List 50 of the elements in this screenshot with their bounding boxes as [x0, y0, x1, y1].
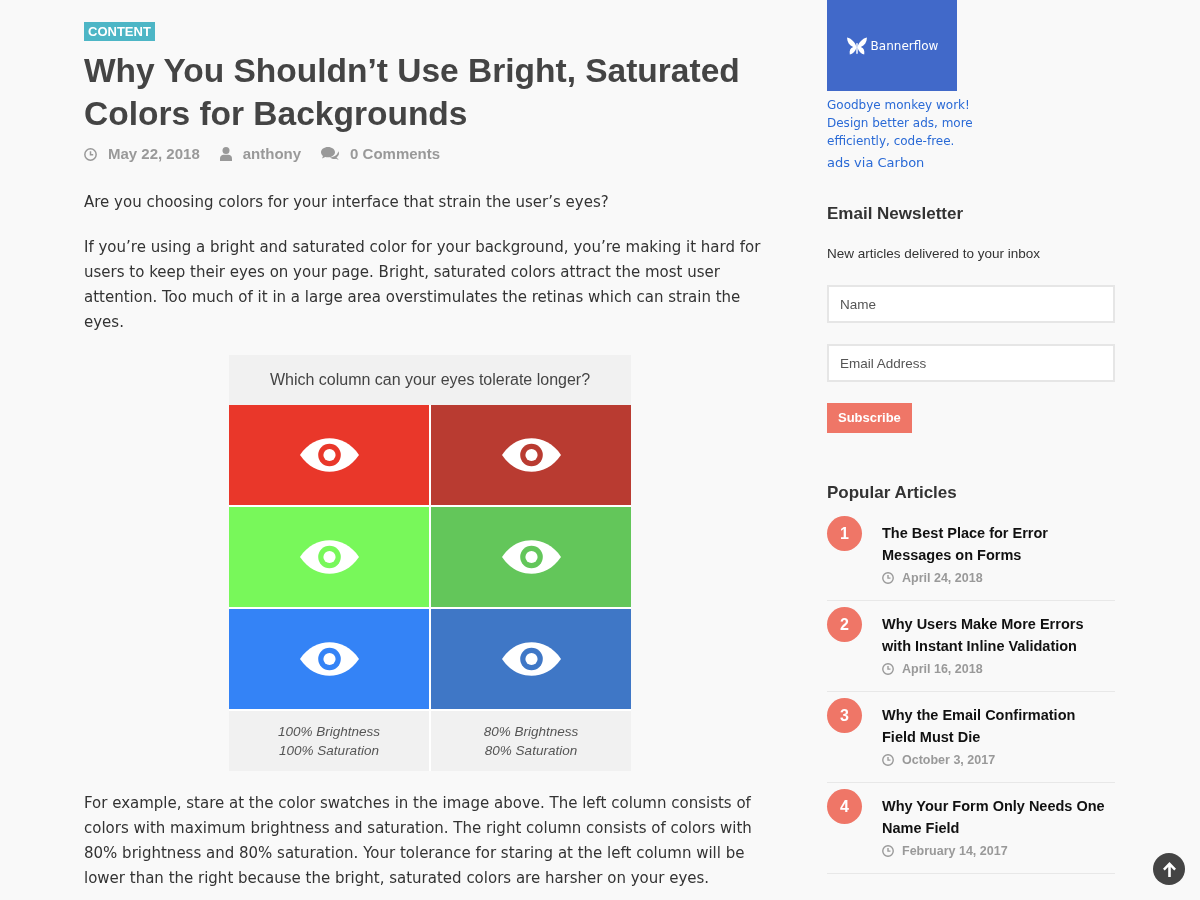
infographic-title: Which column can your eyes tolerate longer? [269, 370, 591, 390]
speech-bubbles-icon [321, 147, 340, 161]
rank-number: 2 [827, 607, 862, 642]
article-link[interactable]: Why Your Form Only Needs One Name Field [882, 795, 1108, 839]
newsletter-heading: Email Newsletter [827, 203, 965, 225]
article-date: April 16, 2018 [902, 661, 983, 678]
body-paragraph: Are you choosing colors for your interface that strain the user’s eyes? [84, 192, 610, 213]
swatch-caption: 80% Saturation [484, 742, 578, 760]
article-link[interactable]: Why the Email Confirmation Field Must Die [882, 704, 1108, 748]
butterfly-logo-icon [845, 35, 868, 56]
body-paragraph: For example, stare at the color swatches in the image above. The left column consists of colors with maximum brightness and saturation. The right column consists of colors with 80% brightness and 80% saturation. Your tolerance for staring at the left column will be lower than the right because the bright, saturated colors are harsher on your eyes. [84, 793, 753, 889]
rank-number: 4 [827, 789, 862, 824]
input-field[interactable]: Email Address [827, 344, 1115, 382]
article-date: February 14, 2017 [902, 843, 1008, 860]
body-paragraph: If you’re using a bright and saturated color for your background, you’re making it hard for users to keep their eyes on your page. Bright, saturated colors attract the most user attention. Too much of it in a large area overstimulates the retinas which can strain the eyes. [84, 237, 762, 333]
rank-number: 3 [827, 698, 862, 733]
clock-icon [882, 845, 894, 857]
clock-icon [882, 663, 894, 675]
arrow-up-icon [1162, 861, 1176, 877]
article-link[interactable]: Why Users Make More Errors with Instant Inline Validation [882, 613, 1108, 657]
ad-banner[interactable]: Bannerflow [827, 0, 957, 91]
clock-icon [882, 572, 894, 584]
input-field[interactable]: Name [827, 285, 1115, 323]
ads-via-carbon-link[interactable]: ads via Carbon [827, 154, 925, 172]
newsletter-description: New articles delivered to your inbox [827, 245, 1042, 263]
post-date: May 22, 2018 [108, 143, 200, 164]
eye-icon [299, 540, 359, 574]
swatch-caption: 100% Brightness [277, 723, 381, 741]
subscribe-button[interactable]: Subscribe [827, 403, 912, 433]
clock-icon [84, 147, 97, 161]
author-link[interactable]: anthony [242, 142, 302, 166]
eye-icon [501, 438, 561, 472]
swatch-caption: 80% Brightness [483, 723, 579, 741]
ad-text-link[interactable]: Goodbye monkey work! Design better ads, more efficiently, code-free. [827, 96, 979, 150]
eye-icon [501, 642, 561, 676]
eye-icon [299, 438, 359, 472]
ad-brand-name: Bannerflow [870, 37, 939, 55]
clock-icon [882, 754, 894, 766]
user-icon [219, 147, 232, 161]
article-date: October 3, 2017 [902, 752, 996, 769]
scroll-to-top-button[interactable] [1153, 853, 1185, 885]
rank-number: 1 [827, 516, 862, 551]
swatch-caption: 100% Saturation [279, 742, 379, 760]
article-title: Why You Shouldn’t Use Bright, Saturated Colors for Backgrounds [84, 51, 741, 134]
comments-link[interactable]: 0 Comments [350, 142, 441, 166]
popular-articles-heading: Popular Articles [827, 482, 958, 504]
article-link[interactable]: The Best Place for Error Messages on Forms [882, 522, 1108, 566]
eye-icon [501, 540, 561, 574]
eye-icon [299, 642, 359, 676]
article-date: April 24, 2018 [902, 570, 983, 587]
